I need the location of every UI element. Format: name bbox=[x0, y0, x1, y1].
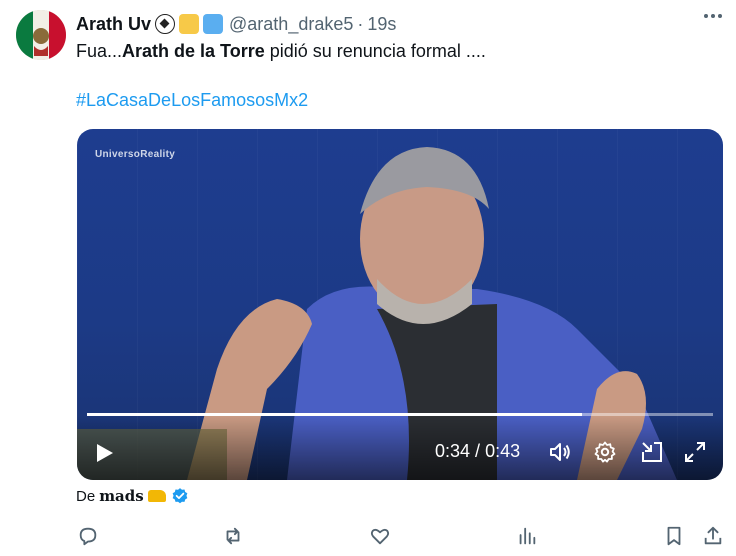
views-icon[interactable] bbox=[516, 525, 538, 547]
media-source: De mads bbox=[76, 487, 189, 505]
timestamp[interactable]: 19s bbox=[367, 14, 396, 35]
reply-icon[interactable] bbox=[77, 525, 99, 547]
tweet-header: Arath Uv @arath_drake5 · 19s bbox=[76, 12, 396, 36]
video-progress-fill bbox=[87, 413, 582, 416]
blue-square-icon bbox=[203, 14, 224, 34]
video-progress-bar[interactable] bbox=[87, 413, 713, 416]
tweet-actions bbox=[0, 520, 736, 550]
share-icon[interactable] bbox=[702, 525, 724, 547]
play-icon[interactable] bbox=[95, 442, 115, 464]
display-name[interactable]: Arath Uv bbox=[76, 14, 151, 35]
video-time-separator: / bbox=[470, 441, 486, 461]
picture-in-picture-icon[interactable] bbox=[640, 440, 664, 464]
verified-badge-icon bbox=[172, 488, 188, 504]
avatar[interactable] bbox=[16, 10, 66, 60]
avatar-image bbox=[16, 10, 66, 60]
video-current-time: 0:34 bbox=[435, 441, 471, 461]
tweet-text-bold: Arath de la Torre bbox=[122, 41, 265, 61]
user-handle[interactable]: @arath_drake5 bbox=[229, 14, 353, 35]
gear-icon[interactable] bbox=[593, 440, 617, 464]
tweet-text-end: pidió su renuncia formal .... bbox=[264, 41, 486, 61]
yellow-square-icon bbox=[179, 14, 200, 34]
source-author[interactable]: mads bbox=[99, 487, 144, 505]
hashtag-link[interactable]: #LaCasaDeLosFamososMx2 bbox=[76, 90, 308, 111]
fullscreen-icon[interactable] bbox=[683, 440, 707, 464]
volume-icon[interactable] bbox=[548, 440, 572, 464]
source-prefix: De bbox=[76, 487, 96, 505]
heart-icon[interactable] bbox=[369, 525, 391, 547]
tweet-text: Fua...Arath de la Torre pidió su renunci… bbox=[76, 40, 486, 62]
soccer-ball-icon bbox=[155, 14, 176, 34]
video-controls bbox=[77, 416, 723, 480]
tweet-text-start: Fua... bbox=[76, 41, 123, 61]
separator-dot: · bbox=[357, 13, 364, 34]
taxi-icon bbox=[147, 490, 166, 502]
video-player[interactable]: UniversoReality 0:34 / 0:43 bbox=[77, 129, 723, 480]
more-horizontal-icon[interactable] bbox=[704, 14, 722, 18]
retweet-icon[interactable] bbox=[222, 525, 244, 547]
video-duration: 0:43 bbox=[485, 441, 521, 461]
video-time: 0:34 / 0:43 bbox=[435, 441, 520, 462]
bookmark-icon[interactable] bbox=[663, 525, 685, 547]
